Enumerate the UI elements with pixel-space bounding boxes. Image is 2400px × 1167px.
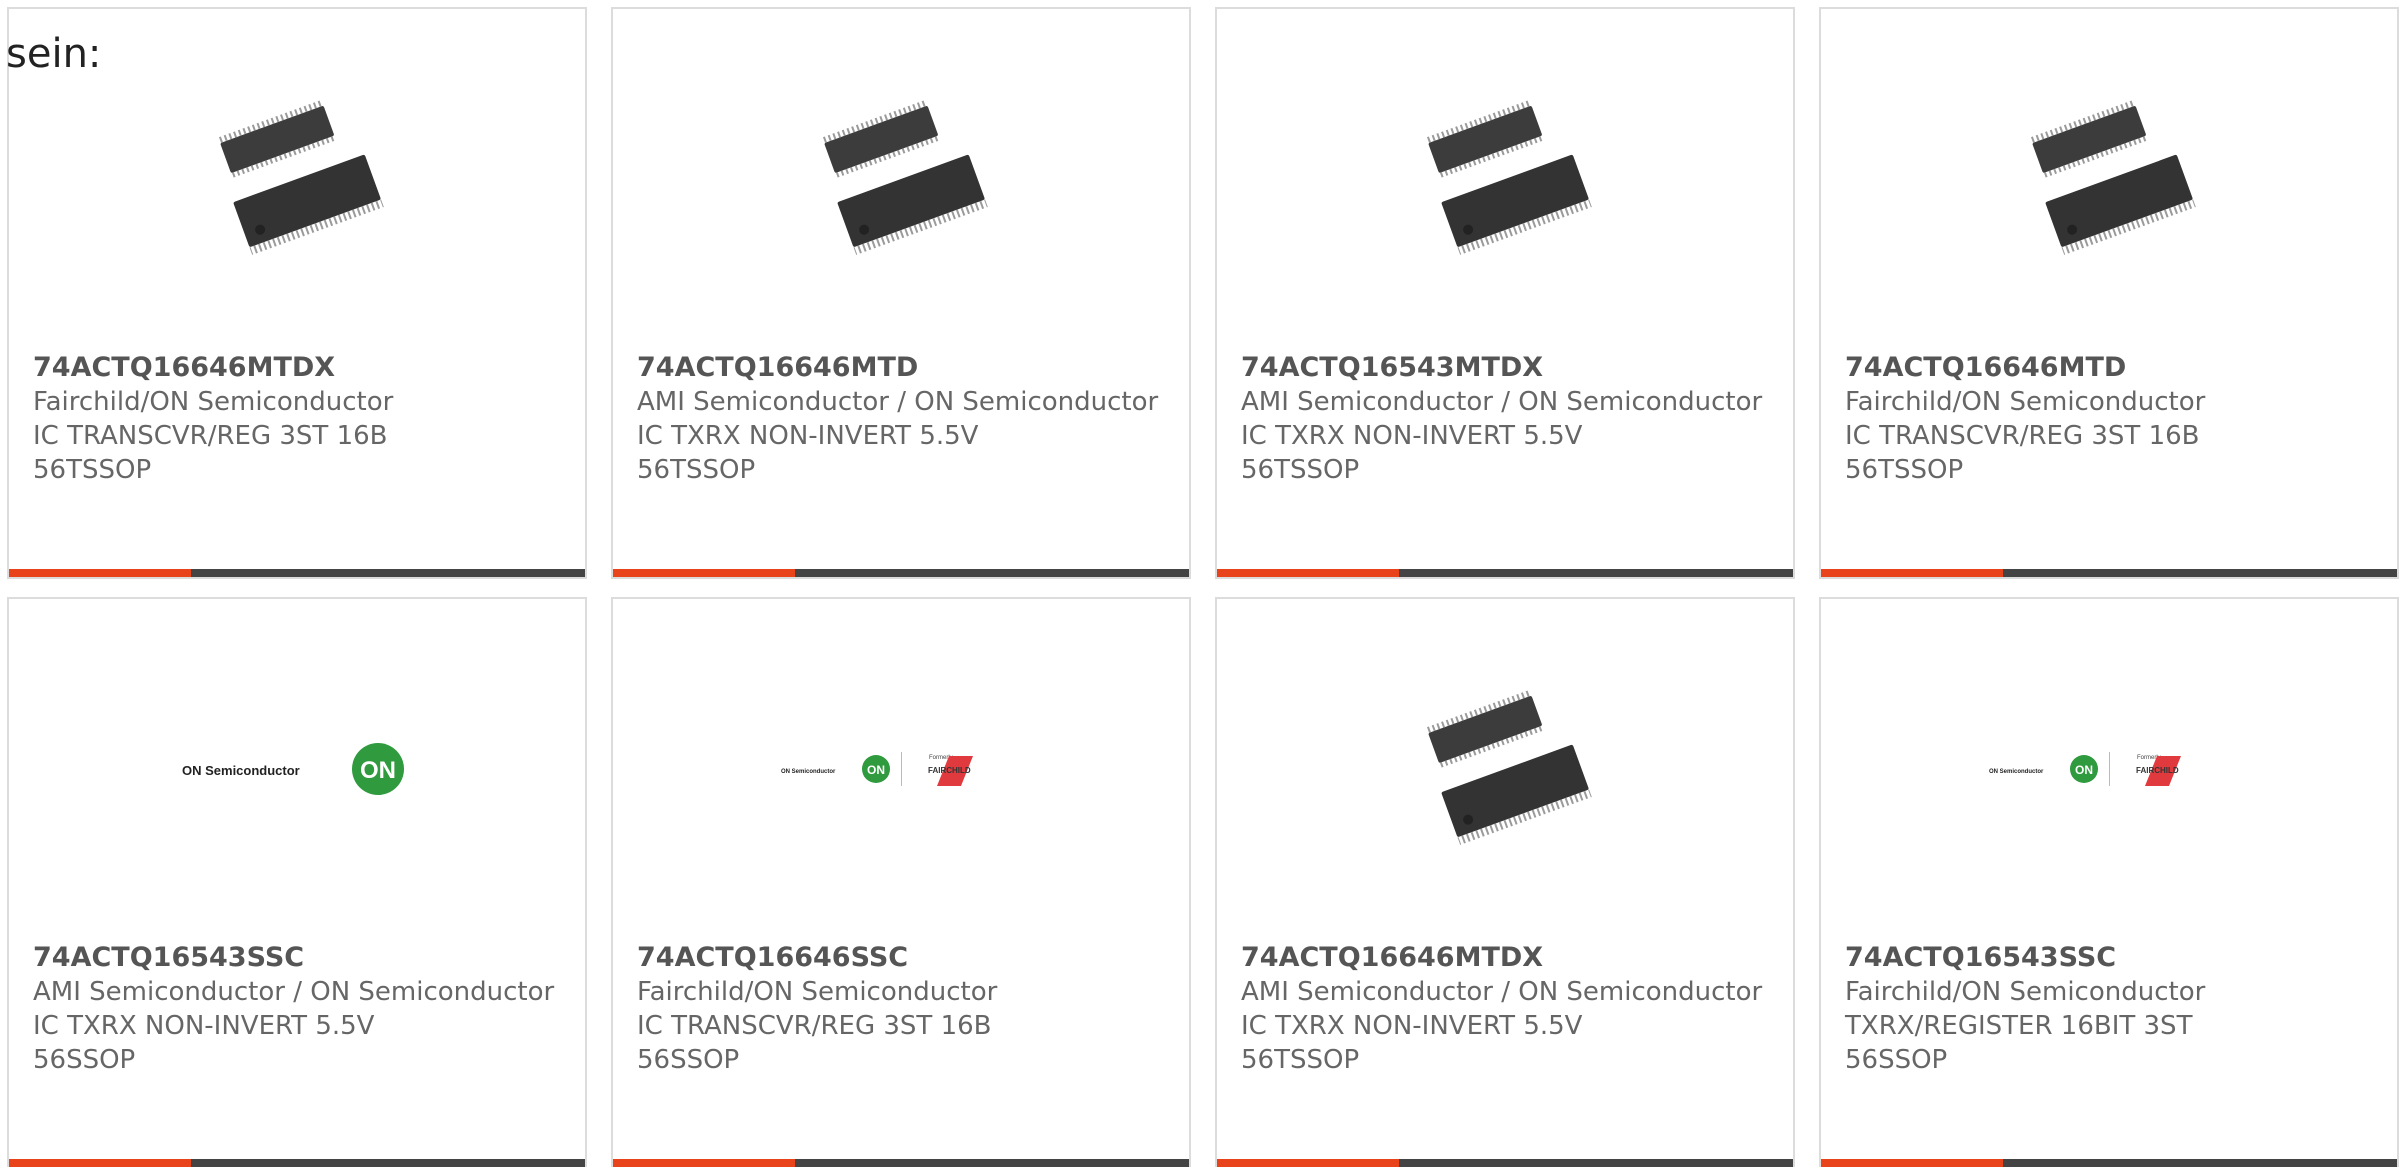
manufacturer: Fairchild/ON Semiconductor [33,387,394,417]
package: 56TSSOP [1845,455,1964,485]
chip-icon [1426,99,1592,255]
on-logo-text: ON Semiconductor [182,763,300,778]
chip-icon [218,99,384,255]
part-number[interactable]: 74ACTQ16646MTD [1845,351,2373,385]
on-semiconductor-logo: ON Semiconductor ON [182,743,404,795]
on-fairchild-logo: ON Semiconductor ON Formerly FAIRCHILD [781,752,973,786]
chip-icon [1426,689,1592,845]
description: IC TXRX NON-INVERT 5.5V [33,1011,375,1041]
product-image [1217,659,1793,879]
on-fairchild-logo: ON Semiconductor ON Formerly FAIRCHILD [1989,752,2181,786]
description: IC TRANSCVR/REG 3ST 16B [1845,421,2200,451]
part-number[interactable]: 74ACTQ16646MTDX [33,351,561,385]
package: 56TSSOP [1241,1045,1360,1075]
card-accent-bar [9,1159,191,1167]
part-number[interactable]: 74ACTQ16543SSC [1845,941,2373,975]
package: 56TSSOP [637,455,756,485]
card-bottom-bar [613,569,1189,577]
product-card[interactable]: 74ACTQ16543MTDX AMI Semiconductor / ON S… [1215,7,1795,579]
card-bottom-bar [1821,569,2397,577]
package: 56SSOP [33,1045,136,1075]
product-card[interactable]: 74ACTQ16646MTDX AMI Semiconductor / ON S… [1215,597,1795,1167]
package: 56TSSOP [1241,455,1360,485]
card-bottom-bar [9,1159,585,1167]
card-accent-bar [1821,569,2003,577]
card-accent-bar [1217,569,1399,577]
on-badge-text: ON [867,763,885,777]
product-info: 74ACTQ16543SSC Fairchild/ON Semiconducto… [1845,941,2373,1077]
product-image [1821,69,2397,289]
product-grid-page: sein: 74ACTQ16646MTDX Fairchild/ON Semic… [0,0,2400,1167]
product-card[interactable]: ON Semiconductor ON Formerly FAIRCHILD 7… [611,597,1191,1167]
product-info: 74ACTQ16646MTD Fairchild/ON Semiconducto… [1845,351,2373,487]
package: 56TSSOP [33,455,152,485]
description: IC TRANSCVR/REG 3ST 16B [33,421,388,451]
manufacturer: AMI Semiconductor / ON Semiconductor [1241,387,1763,417]
fairchild-text: FAIRCHILD [928,766,971,775]
card-accent-bar [613,1159,795,1167]
product-card[interactable]: 74ACTQ16646MTDX Fairchild/ON Semiconduct… [7,7,587,579]
description: IC TXRX NON-INVERT 5.5V [1241,421,1583,451]
card-bottom-bar [1217,569,1793,577]
manufacturer: AMI Semiconductor / ON Semiconductor [637,387,1159,417]
card-accent-bar [1217,1159,1399,1167]
product-image: ON Semiconductor ON Formerly FAIRCHILD [613,659,1189,879]
product-info: 74ACTQ16543MTDX AMI Semiconductor / ON S… [1241,351,1769,487]
part-number[interactable]: 74ACTQ16543SSC [33,941,561,975]
product-info: 74ACTQ16646MTDX AMI Semiconductor / ON S… [1241,941,1769,1077]
on-logo-text: ON Semiconductor [781,769,836,775]
manufacturer: Fairchild/ON Semiconductor [1845,387,2206,417]
manufacturer: Fairchild/ON Semiconductor [1845,977,2206,1007]
on-badge-text: ON [360,757,396,784]
product-image [1217,69,1793,289]
product-image: ON Semiconductor ON [9,659,585,879]
card-accent-bar [613,569,795,577]
product-image: ON Semiconductor ON Formerly FAIRCHILD [1821,659,2397,879]
fairchild-text: FAIRCHILD [2136,766,2179,775]
card-bottom-bar [613,1159,1189,1167]
description: IC TXRX NON-INVERT 5.5V [637,421,979,451]
product-card[interactable]: ON Semiconductor ON 74ACTQ16543SSC AMI S… [7,597,587,1167]
description: TXRX/REGISTER 16BIT 3ST [1845,1011,2193,1041]
product-image [613,69,1189,289]
product-info: 74ACTQ16646MTDX Fairchild/ON Semiconduct… [33,351,561,487]
part-number[interactable]: 74ACTQ16646SSC [637,941,1165,975]
on-logo-text: ON Semiconductor [1989,769,2044,775]
card-bottom-bar [1821,1159,2397,1167]
on-badge-text: ON [2075,763,2093,777]
card-bottom-bar [1217,1159,1793,1167]
product-info: 74ACTQ16646MTD AMI Semiconductor / ON Se… [637,351,1165,487]
description: IC TRANSCVR/REG 3ST 16B [637,1011,992,1041]
manufacturer: AMI Semiconductor / ON Semiconductor [1241,977,1763,1007]
manufacturer: Fairchild/ON Semiconductor [637,977,998,1007]
description: IC TXRX NON-INVERT 5.5V [1241,1011,1583,1041]
card-bottom-bar [9,569,585,577]
product-card[interactable]: ON Semiconductor ON Formerly FAIRCHILD 7… [1819,597,2399,1167]
chip-icon [2030,99,2196,255]
package: 56SSOP [1845,1045,1948,1075]
product-info: 74ACTQ16646SSC Fairchild/ON Semiconducto… [637,941,1165,1077]
part-number[interactable]: 74ACTQ16646MTDX [1241,941,1769,975]
product-grid: 74ACTQ16646MTDX Fairchild/ON Semiconduct… [7,7,2400,1167]
product-image [9,69,585,289]
chip-icon [822,99,988,255]
part-number[interactable]: 74ACTQ16543MTDX [1241,351,1769,385]
product-card[interactable]: 74ACTQ16646MTD Fairchild/ON Semiconducto… [1819,7,2399,579]
intro-text: sein: [6,31,102,77]
product-info: 74ACTQ16543SSC AMI Semiconductor / ON Se… [33,941,561,1077]
manufacturer: AMI Semiconductor / ON Semiconductor [33,977,555,1007]
package: 56SSOP [637,1045,740,1075]
part-number[interactable]: 74ACTQ16646MTD [637,351,1165,385]
card-accent-bar [9,569,191,577]
card-accent-bar [1821,1159,2003,1167]
product-card[interactable]: 74ACTQ16646MTD AMI Semiconductor / ON Se… [611,7,1191,579]
